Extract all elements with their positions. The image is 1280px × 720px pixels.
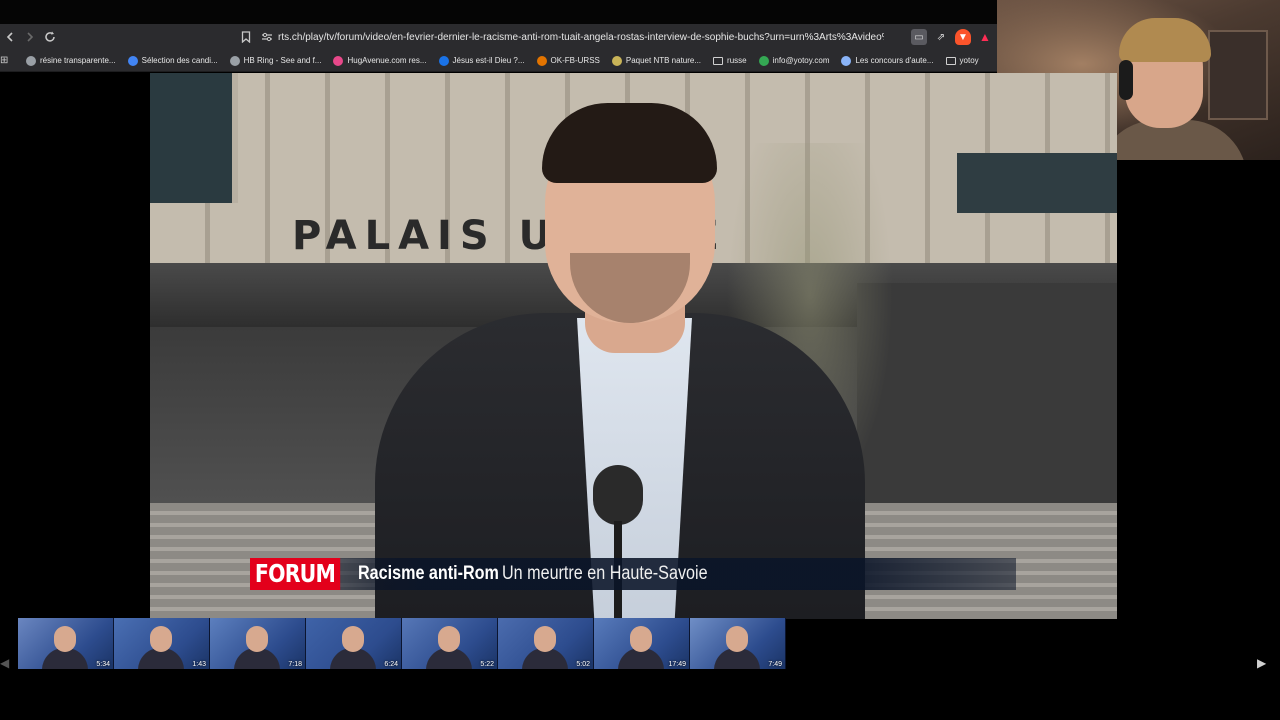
folder-icon <box>713 56 724 65</box>
headline: Racisme anti-Rom <box>357 563 499 584</box>
bookmark-item[interactable]: info@yotoy.com <box>758 55 830 66</box>
bookmark-label: HB Ring - See and f... <box>243 56 322 65</box>
brave-shield-icon: ▼ <box>958 31 968 43</box>
bookmark-icon <box>241 31 251 43</box>
bookmark-label: Les concours d'aute... <box>855 56 934 65</box>
back-button[interactable] <box>0 24 20 50</box>
bookmark-label: yotoy <box>959 56 979 65</box>
video-thumbnail[interactable]: 1:43 <box>114 618 210 669</box>
bookmark-label: Paquet NTB nature... <box>625 56 702 65</box>
bookmark-item[interactable]: HugAvenue.com res... <box>333 55 427 66</box>
bookmark-label: Jésus est-il Dieu ?... <box>452 56 525 65</box>
thumbnail-duration: 17:49 <box>668 661 686 668</box>
thumbnail-duration: 7:49 <box>768 661 782 668</box>
bookmark-label: russe <box>727 56 747 65</box>
thumbnail-duration: 1:43 <box>192 661 206 668</box>
strip-prev-icon[interactable]: ◀ <box>0 656 9 670</box>
headset-icon <box>1119 60 1133 100</box>
thumbnail-duration: 5:34 <box>96 661 110 668</box>
address-bar-actions: ▭ ⇗ ▼ ▲ <box>911 24 993 50</box>
thumbnail-duration: 5:22 <box>480 661 494 668</box>
bookmark-item[interactable]: Les concours d'aute... <box>841 55 934 66</box>
favicon-icon <box>758 55 769 66</box>
chevron-right-icon <box>27 32 34 42</box>
favicon-icon <box>611 55 622 66</box>
share-icon: ⇗ <box>936 31 946 43</box>
favicon-icon <box>438 55 449 66</box>
brave-rewards-icon: ▲ <box>979 30 991 44</box>
forward-button[interactable] <box>20 24 40 50</box>
bookmark-item[interactable]: OK-FB-URSS <box>536 55 600 66</box>
chevron-left-icon <box>6 32 13 42</box>
omnibox[interactable]: rts.ch/play/tv/forum/video/en-fevrier-de… <box>236 24 884 50</box>
favicon-icon <box>333 55 344 66</box>
url-text[interactable]: rts.ch/play/tv/forum/video/en-fevrier-de… <box>278 32 884 43</box>
bookmark-item[interactable]: HB Ring - See and f... <box>229 55 322 66</box>
tune-icon <box>262 32 272 42</box>
bookmark-item[interactable]: Sélection des candi... <box>127 55 218 66</box>
thumbnail-duration: 7:18 <box>288 661 302 668</box>
subheadline: Un meurtre en Haute-Savoie <box>502 563 708 584</box>
favicon-icon <box>127 55 138 66</box>
bookmark-label: OK-FB-URSS <box>550 56 600 65</box>
bookmark-label: info@yotoy.com <box>772 56 830 65</box>
bookmark-list: résine transparente... Sélection des cand… <box>14 55 979 66</box>
apps-grid-icon[interactable]: ⊞ <box>0 55 14 66</box>
address-bar: rts.ch/play/tv/forum/video/en-fevrier-de… <box>0 24 997 50</box>
bookmark-label: résine transparente... <box>40 56 116 65</box>
reload-icon <box>45 31 55 42</box>
video-thumbnail[interactable]: 7:18 <box>210 618 306 669</box>
brave-rewards-button[interactable]: ▲ <box>977 29 993 45</box>
favicon-icon <box>26 55 36 66</box>
video-thumbnail[interactable]: 5:22 <box>402 618 498 669</box>
bookmark-item[interactable]: Jésus est-il Dieu ?... <box>438 55 525 66</box>
video-thumbnail[interactable]: 5:34 <box>18 618 114 669</box>
video-thumbnail[interactable]: 6:24 <box>306 618 402 669</box>
related-videos-strip: 5:34 1:43 7:18 6:24 5:22 5:02 17:49 7:49 <box>18 618 788 669</box>
lower-third-banner: FORUM Racisme anti-Rom Un meurtre en Hau… <box>250 558 1016 590</box>
bookmark-item[interactable]: Paquet NTB nature... <box>611 55 702 66</box>
window-top-strip <box>0 0 997 24</box>
screen: rts.ch/play/tv/forum/video/en-fevrier-de… <box>0 0 1280 720</box>
brave-shields-button[interactable]: ▼ <box>955 29 971 45</box>
bookmark-page-button[interactable] <box>236 31 256 43</box>
video-thumbnail[interactable]: 17:49 <box>594 618 690 669</box>
share-button[interactable]: ⇗ <box>933 29 949 45</box>
microphone-icon <box>593 465 643 525</box>
reload-button[interactable] <box>40 24 60 50</box>
site-info-button[interactable] <box>256 32 278 42</box>
thumbnail-duration: 6:24 <box>384 661 398 668</box>
bookmark-item[interactable]: yotoy <box>945 56 979 65</box>
favicon-icon <box>229 55 240 66</box>
bookmark-label: HugAvenue.com res... <box>347 56 427 65</box>
favicon-icon <box>841 55 852 66</box>
video-thumbnail[interactable]: 7:49 <box>690 618 786 669</box>
folder-icon <box>945 56 956 65</box>
favicon-icon <box>536 55 547 66</box>
cast-icon: ▭ <box>914 31 924 43</box>
forum-logo: FORUM <box>250 558 341 590</box>
bookmark-item[interactable]: russe <box>713 56 747 65</box>
thumbnail-duration: 5:02 <box>576 661 590 668</box>
bookmarks-bar: ⊞ résine transparente... Sélection des ca… <box>0 50 997 72</box>
bookmark-item[interactable]: résine transparente... <box>26 55 116 66</box>
strip-next-icon[interactable]: ▶ <box>1257 656 1266 670</box>
cast-button[interactable]: ▭ <box>911 29 927 45</box>
bookmark-label: Sélection des candi... <box>141 56 218 65</box>
video-player[interactable]: PALAIS USTICE FORUM Racisme anti-Rom Un … <box>150 73 1117 619</box>
video-thumbnail[interactable]: 5:02 <box>498 618 594 669</box>
